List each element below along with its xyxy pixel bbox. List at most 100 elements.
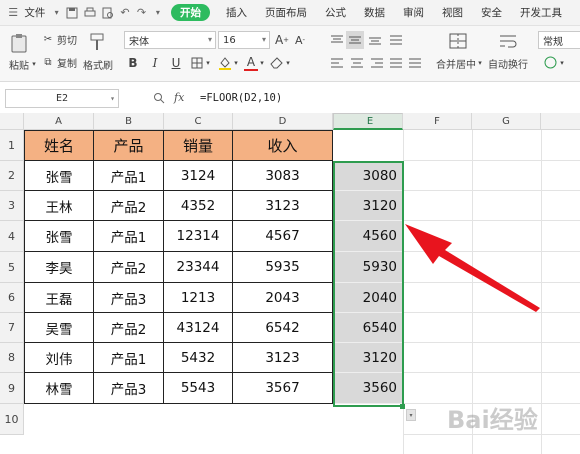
row-header-1[interactable]: 1 xyxy=(0,130,24,161)
menu-home[interactable]: 开始 xyxy=(171,4,211,21)
column-header-h[interactable] xyxy=(541,113,580,130)
redo-icon[interactable]: ↷ xyxy=(136,5,146,21)
menu-developer[interactable]: 开发工具 xyxy=(520,5,562,20)
font-size-select[interactable]: 16 ▾ xyxy=(218,31,270,49)
result-cell[interactable]: 3560 xyxy=(333,373,403,404)
chevron-down-icon[interactable]: ▾ xyxy=(51,5,61,21)
row-header-10[interactable]: 10 xyxy=(0,404,24,435)
save-icon[interactable] xyxy=(66,5,78,21)
table-cell[interactable]: 43124 xyxy=(164,313,233,343)
currency-icon[interactable] xyxy=(542,54,558,70)
fx-icon[interactable]: fx xyxy=(174,91,184,104)
table-cell[interactable]: 产品1 xyxy=(94,161,164,191)
orientation-icon[interactable] xyxy=(388,33,404,47)
wrap-text-button[interactable]: 自动换行 xyxy=(488,57,528,71)
italic-icon[interactable]: I xyxy=(148,55,162,71)
table-cell[interactable]: 2043 xyxy=(233,283,333,313)
cut-icon[interactable]: ✂ xyxy=(42,33,54,45)
header-cell[interactable]: 销量 xyxy=(164,130,233,161)
paste-dropdown-chevron-icon[interactable]: ▾ xyxy=(30,58,38,70)
table-cell[interactable]: 王磊 xyxy=(24,283,94,313)
row-header-6[interactable]: 6 xyxy=(0,283,24,313)
row-header-3[interactable]: 3 xyxy=(0,191,24,221)
column-header-a[interactable]: A xyxy=(24,113,94,130)
merge-center-icon[interactable] xyxy=(448,31,468,51)
header-cell[interactable]: 产品 xyxy=(94,130,164,161)
menu-page-layout[interactable]: 页面布局 xyxy=(265,5,307,20)
menu-formulas[interactable]: 公式 xyxy=(325,5,346,20)
border-icon[interactable] xyxy=(190,55,204,71)
row-header-2[interactable]: 2 xyxy=(0,161,24,191)
paste-button[interactable]: 粘贴 xyxy=(7,58,31,72)
menu-data[interactable]: 数据 xyxy=(364,5,385,20)
table-cell[interactable]: 5432 xyxy=(164,343,233,373)
table-cell[interactable]: 3123 xyxy=(233,343,333,373)
copy-button[interactable]: 复制 xyxy=(56,56,78,70)
header-cell[interactable]: 收入 xyxy=(233,130,333,161)
zoom-icon[interactable] xyxy=(153,92,165,107)
column-header-d[interactable]: D xyxy=(233,113,333,130)
align-middle-icon[interactable] xyxy=(346,31,364,49)
result-cell[interactable]: 3080 xyxy=(333,161,403,191)
table-cell[interactable]: 产品2 xyxy=(94,191,164,221)
print-preview-icon[interactable] xyxy=(102,5,114,21)
format-painter-icon[interactable] xyxy=(88,32,106,52)
align-right-icon[interactable] xyxy=(369,56,385,70)
table-cell[interactable]: 6542 xyxy=(233,313,333,343)
table-cell[interactable]: 林雪 xyxy=(24,373,94,404)
table-cell[interactable]: 23344 xyxy=(164,252,233,283)
menu-review[interactable]: 审阅 xyxy=(403,5,424,20)
table-cell[interactable]: 3083 xyxy=(233,161,333,191)
underline-icon[interactable]: U xyxy=(169,55,183,71)
table-cell[interactable]: 产品2 xyxy=(94,252,164,283)
table-cell[interactable]: 产品3 xyxy=(94,283,164,313)
menu-file[interactable]: 文件 xyxy=(24,5,45,20)
table-cell[interactable]: 产品3 xyxy=(94,373,164,404)
print-icon[interactable] xyxy=(84,5,96,21)
column-header-e[interactable]: E xyxy=(333,113,403,130)
clear-format-icon[interactable] xyxy=(270,55,284,71)
table-cell[interactable]: 5935 xyxy=(233,252,333,283)
auto-fill-options-button[interactable]: ▾ xyxy=(406,409,416,421)
align-left-icon[interactable] xyxy=(329,56,345,70)
result-cell[interactable]: 5930 xyxy=(333,252,403,283)
row-header-4[interactable]: 4 xyxy=(0,221,24,252)
table-cell[interactable]: 3124 xyxy=(164,161,233,191)
cut-button[interactable]: 剪切 xyxy=(56,33,78,47)
align-bottom-icon[interactable] xyxy=(367,33,383,47)
chevron-down-icon[interactable]: ▾ xyxy=(258,57,266,69)
table-cell[interactable]: 3123 xyxy=(233,191,333,221)
distributed-icon[interactable] xyxy=(407,56,423,70)
table-cell[interactable]: 刘伟 xyxy=(24,343,94,373)
merge-center-button[interactable]: 合并居中 xyxy=(436,57,476,71)
result-cell[interactable]: 3120 xyxy=(333,191,403,221)
table-cell[interactable]: 3567 xyxy=(233,373,333,404)
chevron-down-icon[interactable]: ▾ xyxy=(153,5,163,21)
formula-input[interactable]: =FLOOR(D2,10) xyxy=(200,92,282,104)
table-cell[interactable]: 4352 xyxy=(164,191,233,221)
menu-view[interactable]: 视图 xyxy=(442,5,463,20)
select-all-corner[interactable] xyxy=(0,113,24,130)
table-cell[interactable]: 产品2 xyxy=(94,313,164,343)
font-name-select[interactable]: 宋体 ▾ xyxy=(124,31,216,49)
table-cell[interactable]: 5543 xyxy=(164,373,233,404)
table-cell[interactable]: 张雪 xyxy=(24,221,94,252)
align-top-icon[interactable] xyxy=(329,33,345,47)
hamburger-menu-icon[interactable]: ☰ xyxy=(8,5,18,21)
decrease-font-icon[interactable]: A- xyxy=(293,32,307,48)
chevron-down-icon[interactable]: ▾ xyxy=(232,57,240,69)
table-cell[interactable]: 张雪 xyxy=(24,161,94,191)
undo-icon[interactable]: ↶ xyxy=(120,5,130,21)
table-cell[interactable]: 4567 xyxy=(233,221,333,252)
row-header-9[interactable]: 9 xyxy=(0,373,24,404)
copy-icon[interactable]: ⧉ xyxy=(42,56,54,68)
justify-icon[interactable] xyxy=(388,56,404,70)
column-header-c[interactable]: C xyxy=(164,113,233,130)
result-cell[interactable]: 2040 xyxy=(333,283,403,313)
header-cell[interactable]: 姓名 xyxy=(24,130,94,161)
chevron-down-icon[interactable]: ▾ xyxy=(284,57,292,69)
table-cell[interactable]: 吴雪 xyxy=(24,313,94,343)
result-cell[interactable]: 4560 xyxy=(333,221,403,252)
table-cell[interactable]: 产品1 xyxy=(94,343,164,373)
fill-color-icon[interactable] xyxy=(218,55,232,71)
